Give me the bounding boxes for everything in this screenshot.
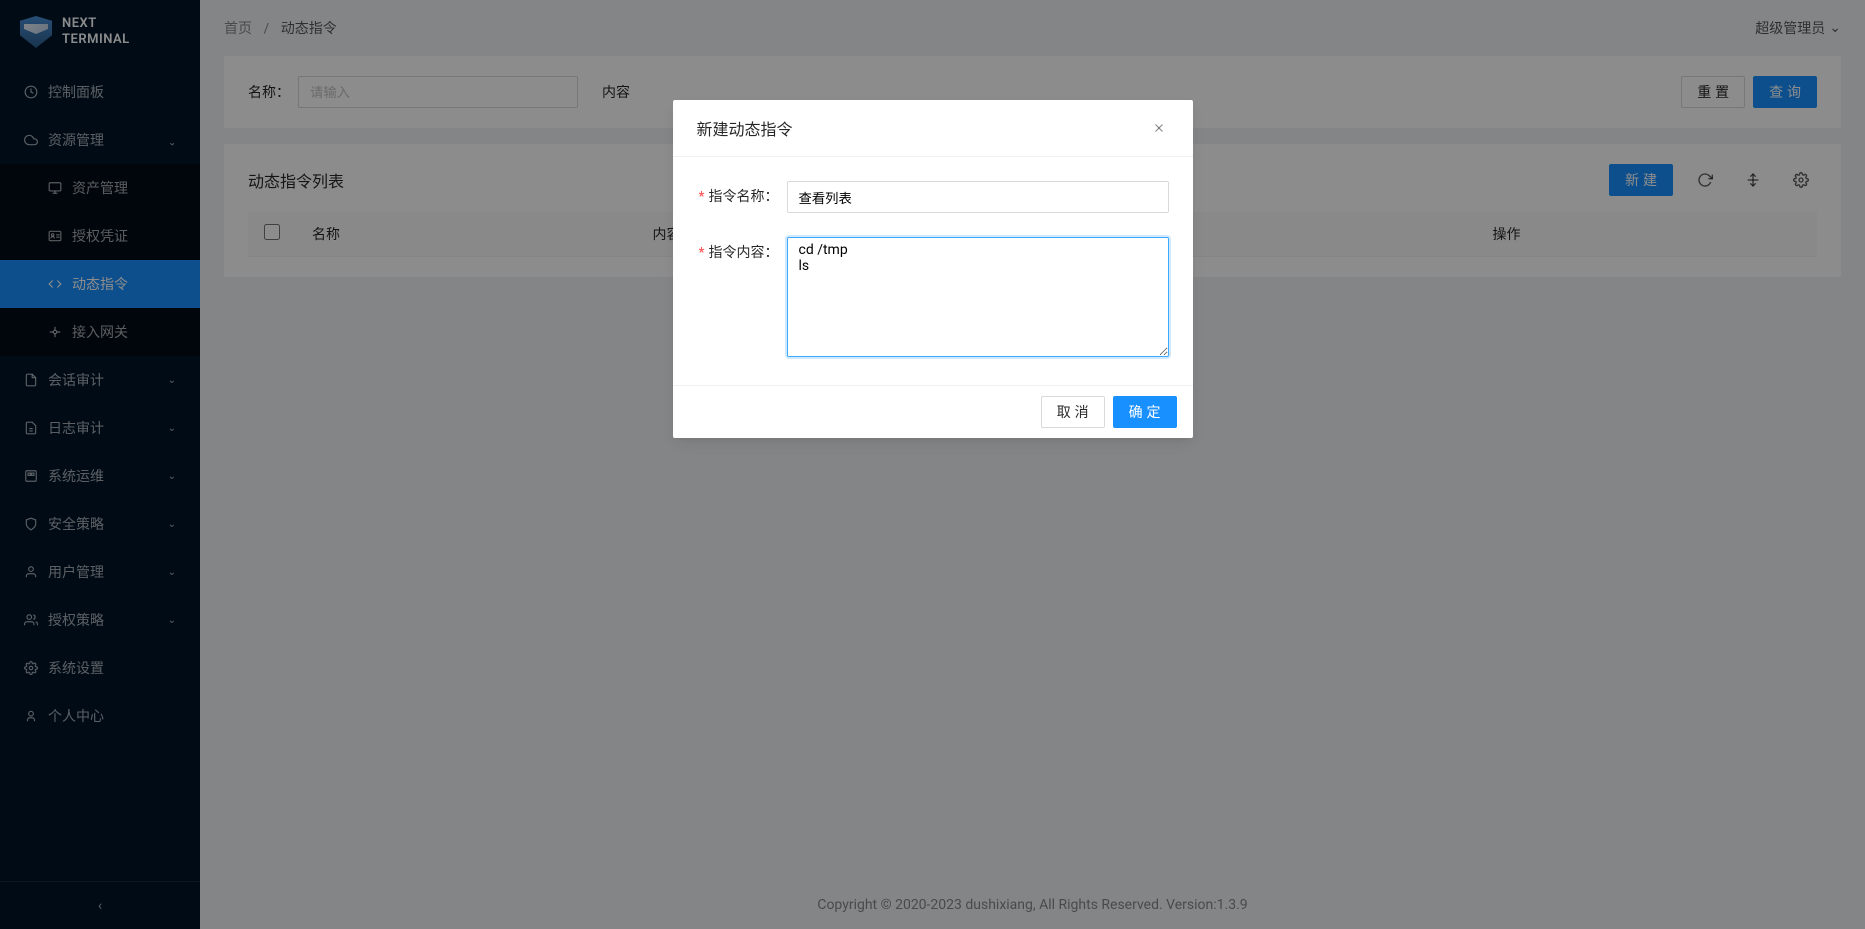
close-icon	[1152, 121, 1166, 135]
modal-close-button[interactable]	[1149, 118, 1169, 138]
command-content-label: *指令内容：	[697, 237, 787, 361]
modal-header: 新建动态指令	[673, 100, 1193, 157]
cancel-button[interactable]: 取 消	[1041, 396, 1105, 428]
modal-body: *指令名称： *指令内容： cd /tmp ls	[673, 157, 1193, 385]
modal-footer: 取 消 确 定	[673, 385, 1193, 438]
modal-title: 新建动态指令	[697, 116, 793, 140]
command-name-label: *指令名称：	[697, 181, 787, 213]
command-name-input[interactable]	[787, 181, 1169, 213]
form-group-content: *指令内容： cd /tmp ls	[697, 237, 1169, 361]
command-content-textarea[interactable]: cd /tmp ls	[787, 237, 1169, 357]
form-group-name: *指令名称：	[697, 181, 1169, 213]
ok-button[interactable]: 确 定	[1113, 396, 1177, 428]
new-command-modal: 新建动态指令 *指令名称： *指令内容： cd /tmp ls 取 消 确 定	[673, 100, 1193, 438]
